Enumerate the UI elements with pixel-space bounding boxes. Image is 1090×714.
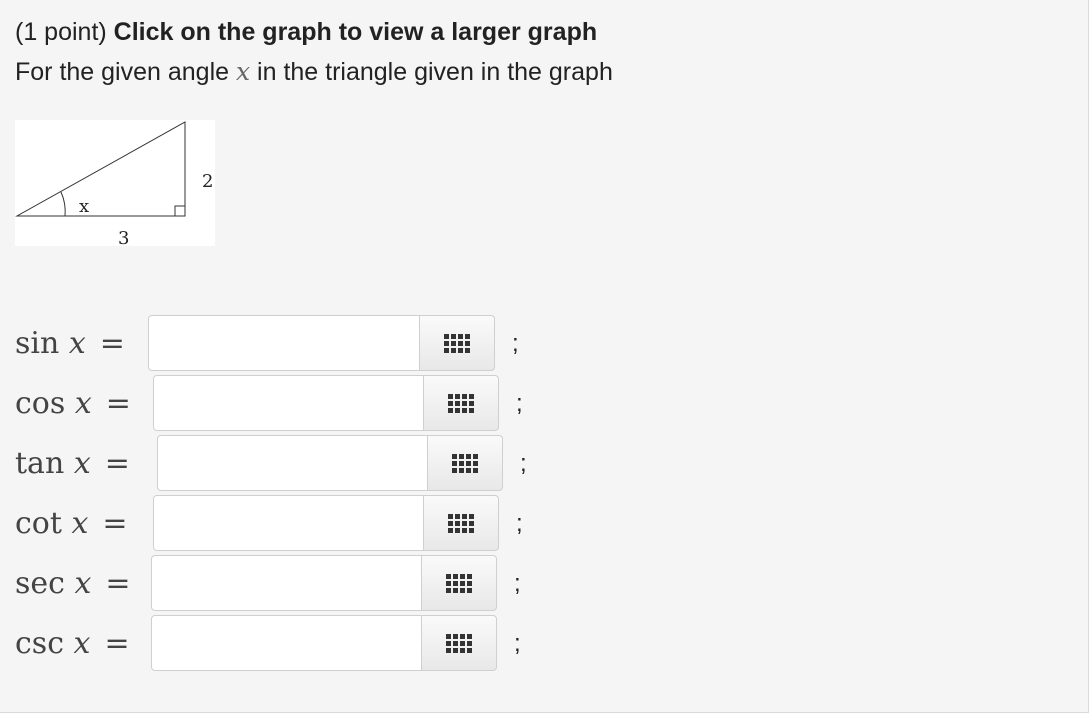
points-label: (1 point): [15, 18, 107, 46]
sin-answer-input[interactable]: [149, 316, 419, 370]
function-variable: x: [74, 566, 92, 601]
function-name: sin: [15, 326, 60, 361]
graph-instruction: Click on the graph to view a larger grap…: [113, 18, 598, 46]
answer-separator: ;: [516, 390, 523, 417]
function-name: cos: [15, 386, 66, 421]
function-variable: x: [68, 326, 86, 361]
sec-label: sec x =: [15, 555, 131, 613]
function-variable: x: [73, 446, 91, 481]
prompt-after: in the triangle given in the graph: [257, 58, 613, 86]
angle-arc: [60, 191, 66, 217]
problem-prompt: For the given angle x in the triangle gi…: [15, 56, 613, 88]
sin-answer-field[interactable]: [148, 315, 419, 371]
opposite-side-label: 2: [202, 171, 213, 192]
equation-editor-button[interactable]: [423, 375, 499, 431]
right-angle-mark: [174, 205, 185, 216]
equation-editor-button[interactable]: [421, 555, 497, 611]
function-name: cot: [15, 506, 62, 541]
keypad-grid-icon: [446, 633, 472, 653]
keypad-grid-icon: [444, 333, 470, 353]
cos-answer-input[interactable]: [154, 376, 423, 430]
triangle-shape: [15, 121, 186, 217]
cos-label: cos x =: [15, 375, 131, 433]
csc-answer-input[interactable]: [152, 616, 421, 670]
equation-editor-button[interactable]: [419, 315, 495, 371]
sec-answer-field[interactable]: [151, 555, 421, 611]
equals-sign: =: [104, 446, 130, 481]
function-variable: x: [73, 626, 91, 661]
answer-separator: ;: [512, 330, 519, 357]
function-name: csc: [15, 626, 64, 661]
function-name: sec: [15, 566, 65, 601]
keypad-grid-icon: [448, 393, 474, 413]
function-name: tan: [15, 446, 65, 481]
equation-editor-button[interactable]: [423, 495, 499, 551]
equals-sign: =: [105, 566, 131, 601]
problem-panel: (1 point) Click on the graph to view a l…: [0, 0, 1089, 713]
function-variable: x: [74, 386, 92, 421]
equation-editor-button[interactable]: [427, 435, 503, 491]
answer-separator: ;: [520, 450, 527, 477]
csc-answer-field[interactable]: [151, 615, 421, 671]
cos-answer-field[interactable]: [153, 375, 423, 431]
triangle-graph[interactable]: x 2 3: [15, 120, 215, 246]
answer-separator: ;: [516, 510, 523, 537]
adjacent-side-label: 3: [118, 228, 129, 246]
answer-separator: ;: [514, 570, 521, 597]
function-variable: x: [71, 506, 89, 541]
equals-sign: =: [99, 326, 125, 361]
cot-answer-field[interactable]: [153, 495, 423, 551]
sec-answer-input[interactable]: [152, 556, 421, 610]
cot-answer-input[interactable]: [154, 496, 423, 550]
angle-variable: x: [235, 57, 251, 86]
equals-sign: =: [102, 506, 128, 541]
tan-answer-input[interactable]: [158, 436, 427, 490]
keypad-grid-icon: [446, 573, 472, 593]
tan-answer-field[interactable]: [157, 435, 427, 491]
answer-separator: ;: [514, 630, 521, 657]
angle-label: x: [79, 196, 89, 217]
csc-label: csc x =: [15, 615, 130, 673]
tan-label: tan x =: [15, 435, 130, 493]
equation-editor-button[interactable]: [421, 615, 497, 671]
keypad-grid-icon: [448, 513, 474, 533]
keypad-grid-icon: [452, 453, 478, 473]
cot-label: cot x =: [15, 495, 128, 553]
sin-label: sin x =: [15, 315, 125, 373]
prompt-before: For the given angle: [15, 58, 230, 86]
equals-sign: =: [105, 386, 131, 421]
problem-header: (1 point) Click on the graph to view a l…: [15, 16, 597, 48]
equals-sign: =: [104, 626, 130, 661]
